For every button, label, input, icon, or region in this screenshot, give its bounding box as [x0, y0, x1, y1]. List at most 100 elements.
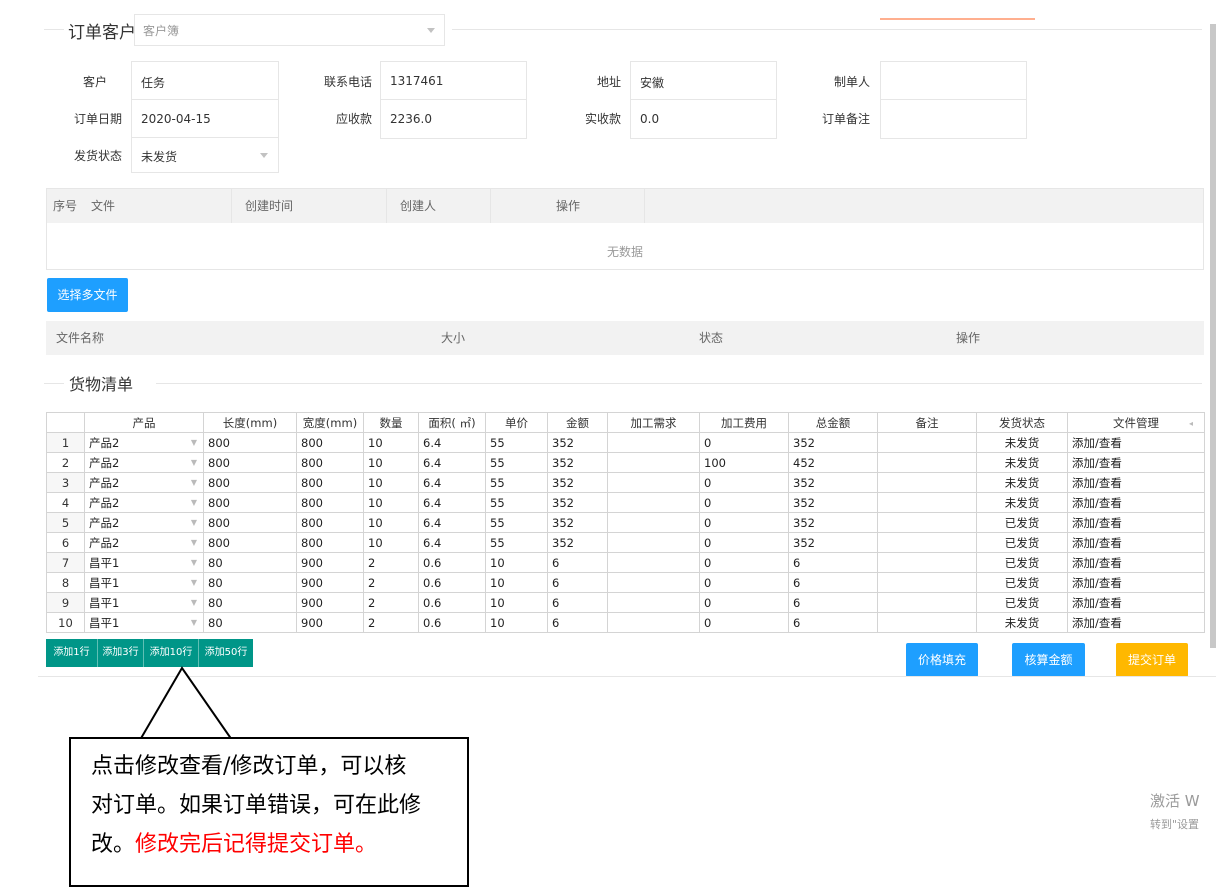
- price-fill-button[interactable]: 价格填充: [906, 643, 978, 677]
- calc-amount-button[interactable]: 核算金额: [1012, 643, 1085, 677]
- cell-11[interactable]: [877, 592, 977, 613]
- cell-11[interactable]: [877, 432, 977, 453]
- cell-2[interactable]: 800: [203, 512, 297, 533]
- cell-12[interactable]: 未发货: [976, 492, 1068, 513]
- cell-9[interactable]: 0: [699, 552, 789, 573]
- cell-6[interactable]: 55: [485, 432, 548, 453]
- cell-7[interactable]: 352: [547, 532, 608, 553]
- cell-11[interactable]: [877, 612, 977, 633]
- cell-5[interactable]: 0.6: [418, 592, 486, 613]
- cell-9[interactable]: 100: [699, 452, 789, 473]
- cell-11[interactable]: [877, 452, 977, 473]
- file-manage-link[interactable]: 添加/查看: [1067, 512, 1205, 533]
- cell-2[interactable]: 80: [203, 592, 297, 613]
- product-cell[interactable]: 产品2 ▼: [84, 512, 204, 533]
- submit-order-button[interactable]: 提交订单: [1116, 643, 1188, 677]
- cell-12[interactable]: 已发货: [976, 512, 1068, 533]
- cell-7[interactable]: 352: [547, 512, 608, 533]
- cell-5[interactable]: 6.4: [418, 512, 486, 533]
- cell-9[interactable]: 0: [699, 532, 789, 553]
- cell-12[interactable]: 未发货: [976, 612, 1068, 633]
- cell-10[interactable]: 352: [788, 432, 878, 453]
- cell-2[interactable]: 800: [203, 472, 297, 493]
- cell-2[interactable]: 800: [203, 432, 297, 453]
- ship-status-select[interactable]: 未发货: [131, 137, 279, 173]
- received-field[interactable]: 0.0: [630, 99, 777, 139]
- phone-field[interactable]: 1317461: [380, 61, 527, 101]
- cell-5[interactable]: 6.4: [418, 532, 486, 553]
- cell-3[interactable]: 900: [296, 612, 364, 633]
- address-field[interactable]: 安徽: [630, 61, 777, 101]
- cell-2[interactable]: 80: [203, 612, 297, 633]
- cell-3[interactable]: 900: [296, 552, 364, 573]
- cell-4[interactable]: 2: [363, 552, 419, 573]
- cell-3[interactable]: 800: [296, 532, 364, 553]
- cell-10[interactable]: 352: [788, 492, 878, 513]
- file-manage-link[interactable]: 添加/查看: [1067, 572, 1205, 593]
- cell-10[interactable]: 6: [788, 612, 878, 633]
- chevron-down-icon[interactable]: ▼: [191, 598, 197, 607]
- product-cell[interactable]: 昌平1 ▼: [84, 552, 204, 573]
- chevron-down-icon[interactable]: ▼: [191, 478, 197, 487]
- cell-7[interactable]: 352: [547, 452, 608, 473]
- cell-9[interactable]: 0: [699, 572, 789, 593]
- cell-6[interactable]: 10: [485, 612, 548, 633]
- cell-12[interactable]: 未发货: [976, 432, 1068, 453]
- chevron-down-icon[interactable]: ▼: [191, 538, 197, 547]
- cell-8[interactable]: [607, 532, 700, 553]
- cell-8[interactable]: [607, 472, 700, 493]
- cell-8[interactable]: [607, 592, 700, 613]
- product-cell[interactable]: 昌平1 ▼: [84, 572, 204, 593]
- cell-6[interactable]: 10: [485, 552, 548, 573]
- add-1-row-button[interactable]: 添加1行: [46, 639, 98, 667]
- cell-6[interactable]: 55: [485, 532, 548, 553]
- cell-3[interactable]: 800: [296, 472, 364, 493]
- chevron-down-icon[interactable]: ▼: [191, 498, 197, 507]
- cell-5[interactable]: 6.4: [418, 452, 486, 473]
- scrollbar[interactable]: [1210, 24, 1216, 648]
- cell-10[interactable]: 6: [788, 592, 878, 613]
- cell-4[interactable]: 2: [363, 592, 419, 613]
- cell-7[interactable]: 352: [547, 492, 608, 513]
- cell-4[interactable]: 10: [363, 492, 419, 513]
- cell-9[interactable]: 0: [699, 472, 789, 493]
- cell-11[interactable]: [877, 552, 977, 573]
- cell-10[interactable]: 6: [788, 552, 878, 573]
- file-manage-link[interactable]: 添加/查看: [1067, 472, 1205, 493]
- cell-8[interactable]: [607, 432, 700, 453]
- cell-6[interactable]: 10: [485, 572, 548, 593]
- cell-8[interactable]: [607, 452, 700, 473]
- cell-10[interactable]: 352: [788, 532, 878, 553]
- cell-5[interactable]: 6.4: [418, 472, 486, 493]
- file-manage-link[interactable]: 添加/查看: [1067, 532, 1205, 553]
- cell-3[interactable]: 900: [296, 572, 364, 593]
- chevron-down-icon[interactable]: ▼: [191, 558, 197, 567]
- cell-8[interactable]: [607, 492, 700, 513]
- cell-12[interactable]: 未发货: [976, 472, 1068, 493]
- cell-11[interactable]: [877, 492, 977, 513]
- cell-4[interactable]: 10: [363, 432, 419, 453]
- cell-4[interactable]: 10: [363, 512, 419, 533]
- cell-7[interactable]: 6: [547, 552, 608, 573]
- cell-6[interactable]: 10: [485, 592, 548, 613]
- cell-7[interactable]: 352: [547, 432, 608, 453]
- cell-5[interactable]: 6.4: [418, 432, 486, 453]
- cell-7[interactable]: 6: [547, 572, 608, 593]
- product-cell[interactable]: 产品2 ▼: [84, 472, 204, 493]
- order-date-field[interactable]: 2020-04-15: [131, 99, 279, 139]
- cell-6[interactable]: 55: [485, 512, 548, 533]
- cell-4[interactable]: 10: [363, 532, 419, 553]
- cell-3[interactable]: 800: [296, 512, 364, 533]
- cell-11[interactable]: [877, 532, 977, 553]
- cell-9[interactable]: 0: [699, 432, 789, 453]
- cell-5[interactable]: 6.4: [418, 492, 486, 513]
- cell-3[interactable]: 900: [296, 592, 364, 613]
- customer-book-select[interactable]: 客户簿: [134, 14, 445, 46]
- cell-7[interactable]: 352: [547, 472, 608, 493]
- file-manage-link[interactable]: 添加/查看: [1067, 432, 1205, 453]
- cell-7[interactable]: 6: [547, 592, 608, 613]
- cell-8[interactable]: [607, 552, 700, 573]
- cell-8[interactable]: [607, 572, 700, 593]
- cell-9[interactable]: 0: [699, 512, 789, 533]
- file-manage-link[interactable]: 添加/查看: [1067, 492, 1205, 513]
